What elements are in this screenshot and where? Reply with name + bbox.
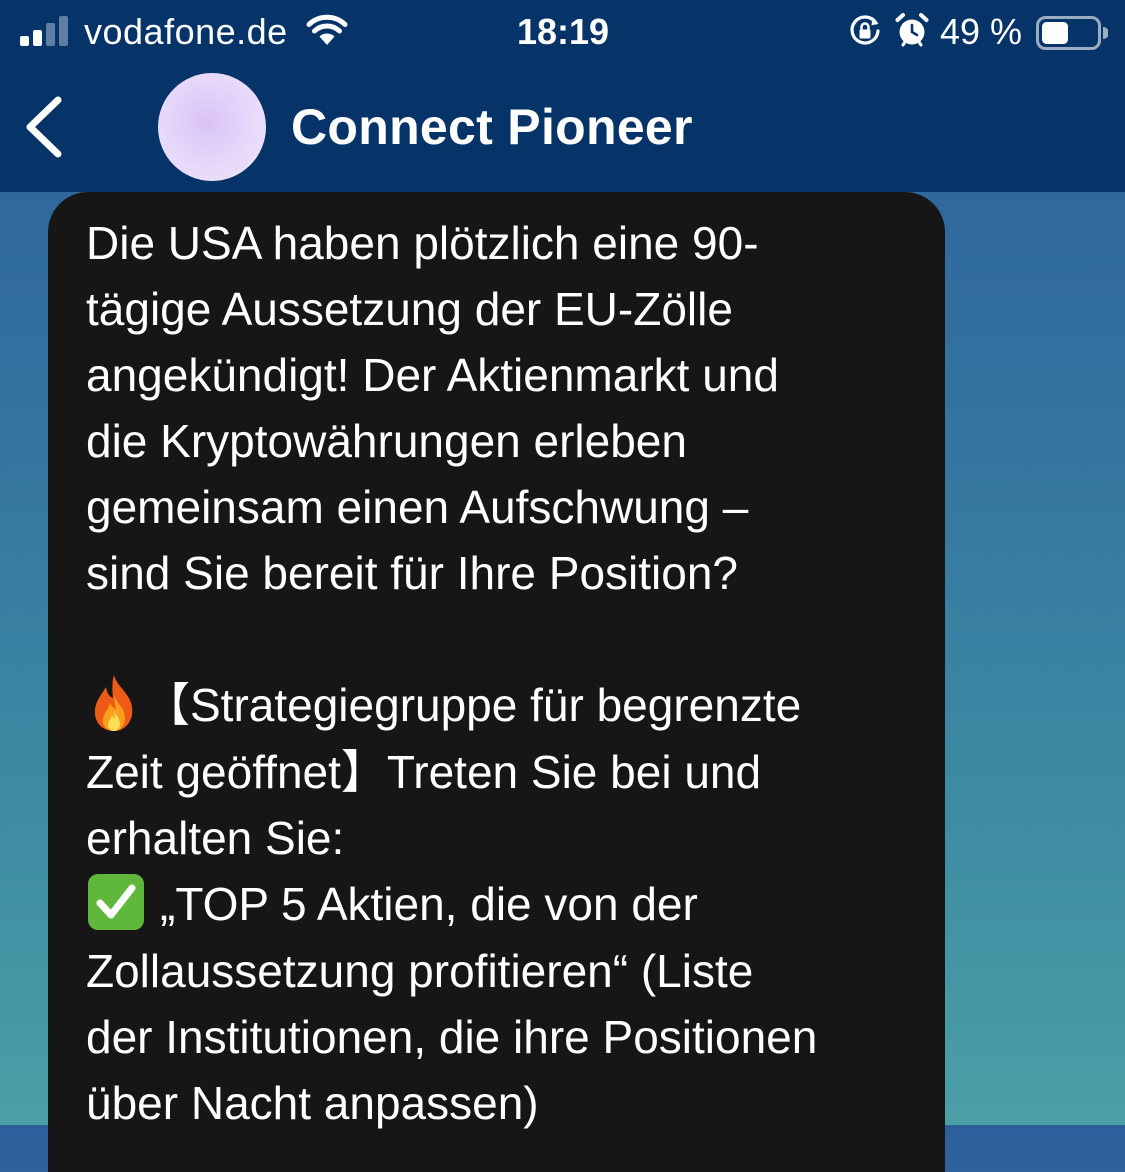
battery-percentage: 49 %	[940, 11, 1023, 52]
chevron-left-icon[interactable]	[22, 94, 68, 160]
status-bar: vodafone.de 18:19 49 %	[0, 0, 1125, 64]
message-bubble: Die USA haben plötzlich eine 90- tägige …	[48, 192, 945, 1172]
message-offer-line: 【Strategiegruppe für begrenzte Zeit geöf…	[86, 672, 909, 871]
alarm-icon	[895, 13, 929, 47]
offer-text: 【Strategiegruppe für begrenzte Zeit geöf…	[86, 679, 802, 864]
chat-title[interactable]: Connect Pioneer	[291, 96, 693, 158]
top-bar: vodafone.de 18:19 49 % Connect Pioneer	[0, 0, 1125, 192]
signal-icon	[20, 16, 68, 46]
avatar[interactable]	[158, 73, 266, 181]
list-item-text: „TOP 5 Aktien, die von der Zollaussetzun…	[86, 877, 818, 1129]
carrier-name: vodafone.de	[84, 11, 288, 52]
message-list-item: „TOP 5 Aktien, die von der Zollaussetzun…	[86, 871, 909, 1136]
wifi-icon	[306, 14, 348, 45]
status-time: 18:19	[516, 11, 610, 52]
fire-icon	[94, 674, 133, 731]
battery-icon	[1036, 16, 1108, 50]
check-mark-icon	[88, 873, 144, 930]
message-paragraph: Die USA haben plötzlich eine 90- tägige …	[86, 217, 779, 599]
rotation-lock-icon	[850, 15, 880, 45]
